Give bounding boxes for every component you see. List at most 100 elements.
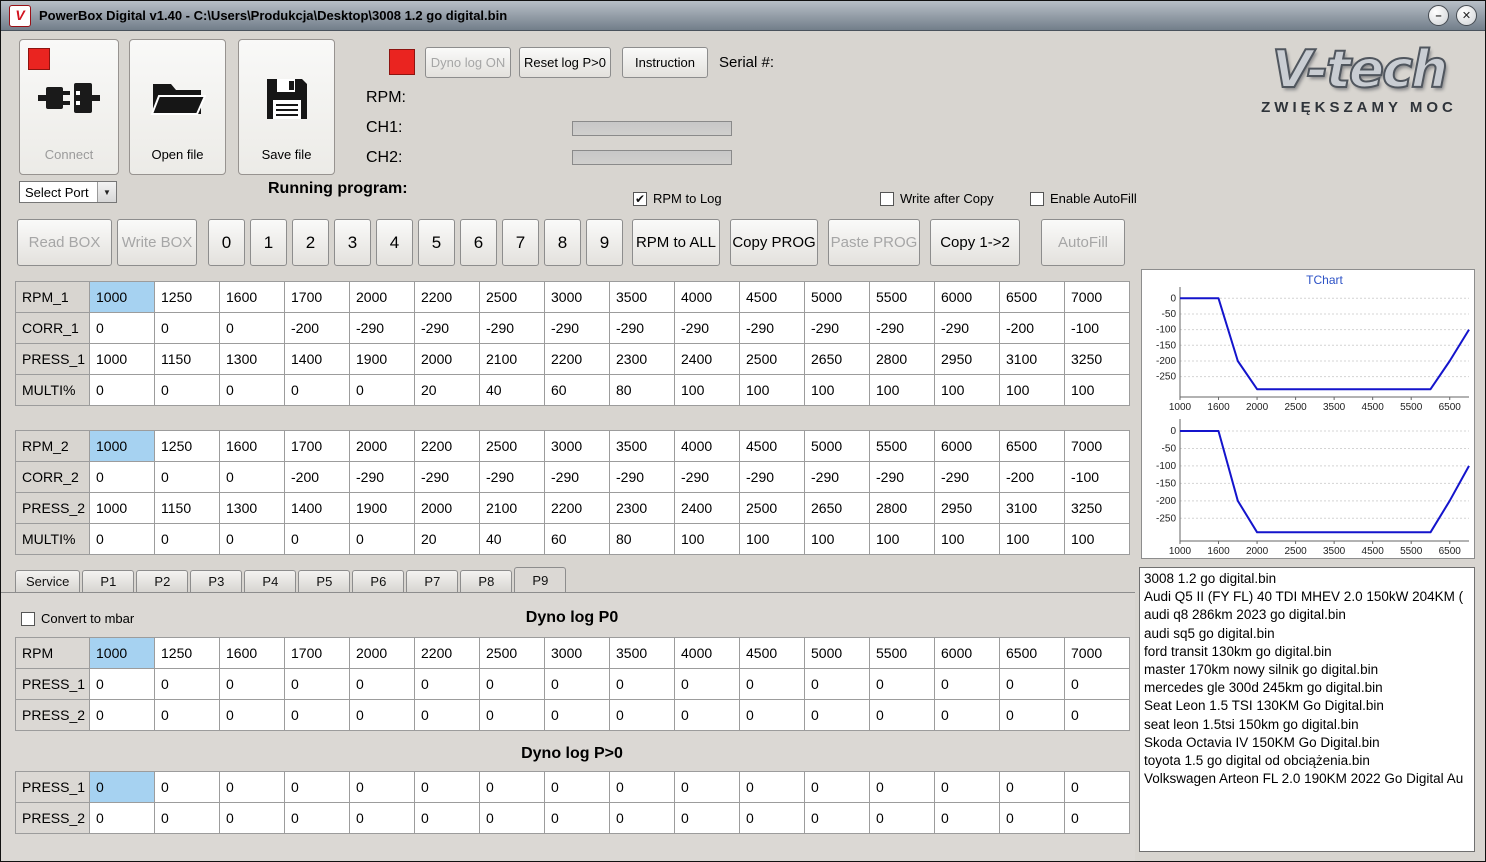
grid-cell[interactable]: 2300: [609, 492, 675, 524]
save-file-button[interactable]: Save file: [238, 39, 335, 175]
grid-cell[interactable]: 0: [414, 699, 480, 731]
tab-p2[interactable]: P2: [136, 570, 189, 592]
grid-cell[interactable]: 2300: [609, 343, 675, 375]
grid-cell[interactable]: 0: [219, 771, 285, 803]
grid-cell[interactable]: 0: [349, 699, 415, 731]
grid-cell[interactable]: -290: [544, 461, 610, 493]
grid-cell[interactable]: 2000: [414, 492, 480, 524]
grid-cell[interactable]: 0: [739, 771, 805, 803]
grid-cell[interactable]: 40: [479, 374, 545, 406]
grid-cell[interactable]: 100: [869, 374, 935, 406]
grid-cell[interactable]: 0: [154, 523, 220, 555]
grid-cell[interactable]: -290: [869, 461, 935, 493]
grid-cell[interactable]: 0: [154, 699, 220, 731]
grid-cell[interactable]: 3000: [544, 430, 610, 462]
program-button-7[interactable]: 7: [502, 219, 539, 266]
grid-cell[interactable]: -100: [1064, 461, 1130, 493]
grid-cell[interactable]: -290: [934, 461, 1000, 493]
grid-cell[interactable]: 1700: [284, 637, 350, 669]
grid-cell[interactable]: 0: [934, 668, 1000, 700]
grid-cell[interactable]: 40: [479, 523, 545, 555]
grid-cell[interactable]: 60: [544, 374, 610, 406]
grid-cell[interactable]: 0: [89, 461, 155, 493]
grid-cell[interactable]: 0: [349, 374, 415, 406]
grid-cell[interactable]: 3000: [544, 281, 610, 313]
grid-cell[interactable]: 0: [414, 668, 480, 700]
grid-cell[interactable]: 5000: [804, 430, 870, 462]
file-list-item[interactable]: master 170km nowy silnik go digital.bin: [1140, 661, 1474, 679]
grid-cell[interactable]: 0: [999, 802, 1065, 834]
grid-cell[interactable]: 0: [869, 802, 935, 834]
file-list-item[interactable]: audi q8 286km 2023 go digital.bin: [1140, 606, 1474, 624]
grid-cell[interactable]: -290: [349, 461, 415, 493]
grid-cell[interactable]: 0: [284, 668, 350, 700]
grid-cell[interactable]: 3100: [999, 492, 1065, 524]
grid-cell[interactable]: 0: [544, 771, 610, 803]
program-button-5[interactable]: 5: [418, 219, 455, 266]
chevron-down-icon[interactable]: ▼: [97, 182, 116, 202]
grid-cell[interactable]: 3500: [609, 637, 675, 669]
grid-cell[interactable]: 0: [934, 771, 1000, 803]
grid-cell[interactable]: 0: [869, 699, 935, 731]
grid-cell[interactable]: 1000: [89, 637, 155, 669]
program-button-4[interactable]: 4: [376, 219, 413, 266]
grid-cell[interactable]: 4500: [739, 281, 805, 313]
grid-cell[interactable]: 2100: [479, 343, 545, 375]
grid-cell[interactable]: 0: [89, 699, 155, 731]
grid-cell[interactable]: 100: [674, 523, 740, 555]
grid-cell[interactable]: 4000: [674, 281, 740, 313]
grid-cell[interactable]: 1150: [154, 492, 220, 524]
grid-cell[interactable]: 0: [349, 523, 415, 555]
copy-prog-button[interactable]: Copy PROG: [730, 219, 818, 266]
file-list-item[interactable]: Audi Q5 II (FY FL) 40 TDI MHEV 2.0 150kW…: [1140, 588, 1474, 606]
enable-autofill-checkbox[interactable]: Enable AutoFill: [1030, 191, 1137, 206]
grid-cell[interactable]: -290: [414, 312, 480, 344]
grid-cell[interactable]: 2400: [674, 492, 740, 524]
tab-p9[interactable]: P9: [514, 567, 567, 592]
program-button-9[interactable]: 9: [586, 219, 623, 266]
grid-cell[interactable]: 1600: [219, 281, 285, 313]
tab-p6[interactable]: P6: [352, 570, 405, 592]
grid-cell[interactable]: 0: [479, 802, 545, 834]
program-button-3[interactable]: 3: [334, 219, 371, 266]
grid-cell[interactable]: 0: [154, 668, 220, 700]
file-list-item[interactable]: mercedes gle 300d 245km go digital.bin: [1140, 679, 1474, 697]
grid-cell[interactable]: 2500: [479, 281, 545, 313]
grid-cell[interactable]: 0: [219, 668, 285, 700]
grid-cell[interactable]: -200: [999, 461, 1065, 493]
file-list-item[interactable]: Volkswagen Arteon FL 2.0 190KM 2022 Go D…: [1140, 770, 1474, 788]
grid-cell[interactable]: 0: [869, 771, 935, 803]
grid-cell[interactable]: 1400: [284, 343, 350, 375]
grid-cell[interactable]: 0: [479, 668, 545, 700]
grid-cell[interactable]: 3100: [999, 343, 1065, 375]
grid-cell[interactable]: 2500: [739, 343, 805, 375]
grid-cell[interactable]: 0: [804, 668, 870, 700]
file-list-item[interactable]: Seat Leon 1.5 TSI 130KM Go Digital.bin: [1140, 697, 1474, 715]
grid-cell[interactable]: 0: [804, 771, 870, 803]
grid-cell[interactable]: 0: [934, 699, 1000, 731]
program-button-1[interactable]: 1: [250, 219, 287, 266]
grid-cell[interactable]: -290: [414, 461, 480, 493]
grid-cell[interactable]: 7000: [1064, 637, 1130, 669]
grid-cell[interactable]: 0: [89, 668, 155, 700]
grid-cell[interactable]: 1700: [284, 430, 350, 462]
grid-cell[interactable]: 100: [934, 374, 1000, 406]
grid-cell[interactable]: 0: [544, 668, 610, 700]
grid-cell[interactable]: 0: [739, 802, 805, 834]
grid-cell[interactable]: 4000: [674, 430, 740, 462]
grid-cell[interactable]: 0: [284, 699, 350, 731]
grid-cell[interactable]: 0: [89, 771, 155, 803]
grid-cell[interactable]: 0: [219, 461, 285, 493]
grid-cell[interactable]: 0: [154, 771, 220, 803]
grid-cell[interactable]: 0: [674, 771, 740, 803]
grid-cell[interactable]: 0: [284, 374, 350, 406]
grid-cell[interactable]: -290: [479, 312, 545, 344]
grid-cell[interactable]: 100: [999, 523, 1065, 555]
file-list-item[interactable]: audi sq5 go digital.bin: [1140, 625, 1474, 643]
grid-cell[interactable]: 100: [999, 374, 1065, 406]
program-button-8[interactable]: 8: [544, 219, 581, 266]
grid-cell[interactable]: 6500: [999, 430, 1065, 462]
grid-cell[interactable]: 0: [544, 699, 610, 731]
grid-cell[interactable]: 0: [349, 802, 415, 834]
grid-cell[interactable]: -290: [739, 461, 805, 493]
